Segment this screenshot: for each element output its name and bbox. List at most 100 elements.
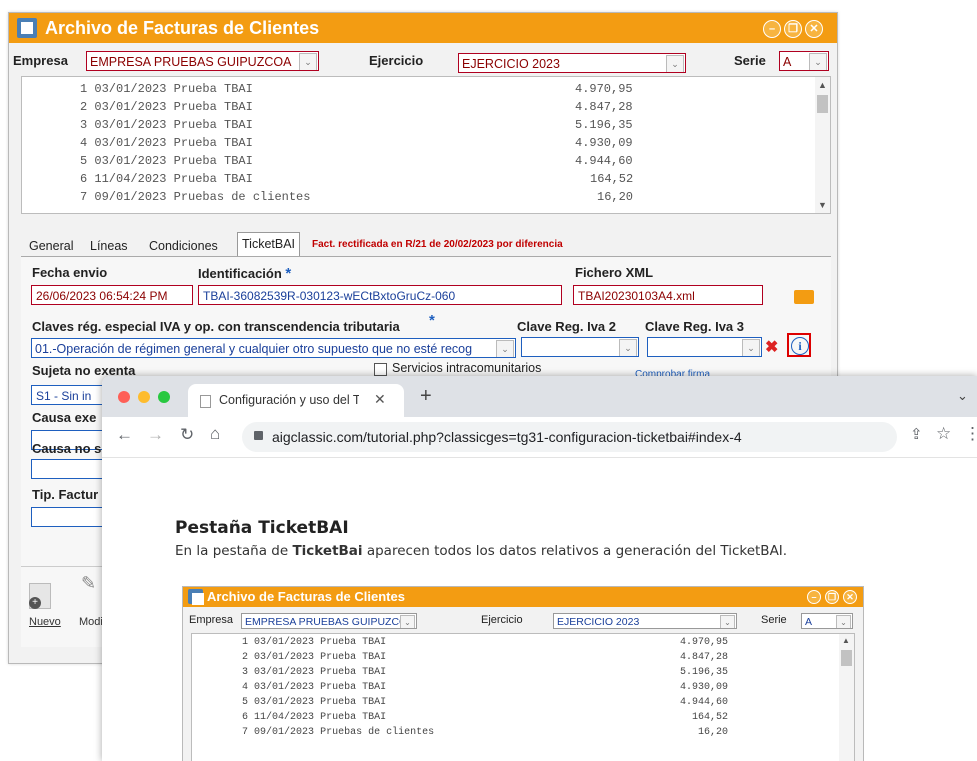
scroll-down-icon[interactable]: ▼ bbox=[818, 200, 827, 210]
invoice-amount: 164,52 bbox=[590, 172, 634, 186]
embedded-close-icon: ✕ bbox=[843, 590, 857, 604]
serie-label: Serie bbox=[734, 53, 766, 68]
tip-factura-field[interactable] bbox=[31, 507, 111, 527]
menu-kebab-icon[interactable]: ⋮ bbox=[964, 424, 977, 444]
new-tab-icon[interactable]: + bbox=[420, 385, 432, 408]
share-icon[interactable]: ⇪ bbox=[910, 425, 923, 443]
minimize-icon[interactable]: – bbox=[763, 20, 781, 38]
invoice-row[interactable]: 2 03/01/2023 Prueba TBAI bbox=[80, 100, 253, 114]
chevron-down-icon[interactable]: ⌄ bbox=[742, 339, 760, 356]
serie-select[interactable]: A ⌄ bbox=[779, 51, 829, 71]
claves-value: 01.-Operación de régimen general y cualq… bbox=[35, 342, 473, 356]
tab-ticketbai[interactable]: TicketBAI bbox=[237, 232, 301, 257]
embedded-maximize-icon: ❐ bbox=[825, 590, 839, 604]
invoice-row[interactable]: 7 09/01/2023 Pruebas de clientes bbox=[80, 190, 310, 204]
embedded-ejercicio-label: Ejercicio bbox=[481, 614, 523, 626]
chevron-down-icon: ⌄ bbox=[720, 615, 735, 628]
embedded-invoice-row: 3 03/01/2023 Prueba TBAI bbox=[242, 667, 387, 678]
embedded-invoice-row: 1 03/01/2023 Prueba TBAI bbox=[242, 637, 387, 648]
invoice-row[interactable]: 6 11/04/2023 Prueba TBAI bbox=[80, 172, 253, 186]
zoom-dot-icon[interactable] bbox=[158, 391, 170, 403]
fichero-xml-label: Fichero XML bbox=[575, 265, 654, 280]
url-text: aigclassic.com/tutorial.php?classicges=t… bbox=[272, 429, 742, 445]
browser-toolbar: ← → ↻ ⌂ aigclassic.com/tutorial.php?clas… bbox=[102, 417, 977, 458]
lock-icon bbox=[254, 431, 263, 440]
chevron-down-icon[interactable]: ⌄ bbox=[666, 55, 684, 72]
ejercicio-select[interactable]: EJERCICIO 2023 ⌄ bbox=[458, 53, 686, 73]
embedded-invoice-row: 4 03/01/2023 Prueba TBAI bbox=[242, 682, 387, 693]
scroll-thumb bbox=[841, 650, 852, 666]
identificacion-label: Identificación * bbox=[198, 265, 292, 282]
embedded-invoice-amount: 4.944,60 bbox=[680, 697, 729, 708]
list-scrollbar[interactable]: ▲ ▼ bbox=[815, 77, 830, 213]
chevron-down-icon: ⌄ bbox=[836, 615, 851, 628]
clave-reg-iva-2-select[interactable]: ⌄ bbox=[521, 337, 639, 357]
tab-lineas[interactable]: Líneas bbox=[90, 235, 128, 257]
window-titlebar: Archivo de Facturas de Clientes – ❐ ✕ bbox=[9, 13, 837, 43]
embedded-invoice-amount: 5.196,35 bbox=[680, 667, 729, 678]
scroll-up-icon[interactable]: ▲ bbox=[818, 80, 827, 90]
tab-general[interactable]: General bbox=[29, 235, 73, 257]
reload-icon[interactable]: ↻ bbox=[180, 425, 194, 445]
identificacion-field[interactable]: TBAI-36082539R-030123-wECtBxtoGruCz-060 bbox=[198, 285, 562, 305]
claves-select[interactable]: 01.-Operación de régimen general y cualq… bbox=[31, 338, 516, 358]
window-title: Archivo de Facturas de Clientes bbox=[45, 18, 320, 38]
invoice-row[interactable]: 3 03/01/2023 Prueba TBAI bbox=[80, 118, 253, 132]
close-icon[interactable]: ✕ bbox=[805, 20, 823, 38]
invoice-amount: 4.847,28 bbox=[575, 100, 633, 114]
folder-icon[interactable] bbox=[794, 290, 814, 304]
embedded-app-screenshot: Archivo de Facturas de Clientes – ❐ ✕ Em… bbox=[182, 586, 864, 761]
causa-no-sujeta-field[interactable] bbox=[31, 459, 111, 479]
sujeta-field[interactable]: S1 - Sin in bbox=[31, 385, 111, 405]
rectification-notice: Fact. rectificada en R/21 de 20/02/2023 … bbox=[312, 239, 563, 250]
invoice-amount: 4.930,09 bbox=[575, 136, 633, 150]
modificar-button[interactable]: Modi bbox=[79, 616, 103, 628]
causa-no-sujeta-label: Causa no s bbox=[32, 441, 102, 456]
tab-close-icon[interactable]: ✕ bbox=[374, 391, 386, 408]
fecha-envio-field[interactable]: 26/06/2023 06:54:24 PM bbox=[31, 285, 193, 305]
scroll-thumb[interactable] bbox=[817, 95, 828, 113]
invoice-amount: 4.970,95 bbox=[575, 82, 633, 96]
invoice-list[interactable]: 1 03/01/2023 Prueba TBAI 4.970,95 2 03/0… bbox=[21, 76, 831, 214]
forward-arrow-icon[interactable]: → bbox=[147, 425, 164, 445]
chevron-down-icon[interactable]: ⌄ bbox=[496, 340, 514, 357]
servicios-checkbox[interactable] bbox=[374, 363, 387, 376]
info-icon[interactable]: i bbox=[791, 337, 809, 355]
embedded-empresa-select: EMPRESA PRUEBAS GUIPUZCOA ⌄ bbox=[241, 613, 417, 629]
chevron-down-icon[interactable]: ⌄ bbox=[299, 53, 317, 70]
tab-condiciones[interactable]: Condiciones bbox=[149, 235, 218, 257]
embedded-invoice-amount: 164,52 bbox=[692, 712, 729, 723]
back-arrow-icon[interactable]: ← bbox=[116, 425, 133, 445]
clear-x-icon[interactable]: ✖ bbox=[765, 337, 778, 357]
invoice-row[interactable]: 1 03/01/2023 Prueba TBAI bbox=[80, 82, 253, 96]
scroll-up-icon: ▲ bbox=[842, 636, 850, 645]
chevron-down-icon[interactable]: ⌄ bbox=[809, 53, 827, 70]
embedded-invoice-row: 2 03/01/2023 Prueba TBAI bbox=[242, 652, 387, 663]
claves-label: Claves rég. especial IVA y op. con trans… bbox=[32, 319, 400, 334]
bookmark-star-icon[interactable]: ☆ bbox=[936, 424, 951, 444]
fichero-xml-field[interactable]: TBAI20230103A4.xml bbox=[573, 285, 763, 305]
ejercicio-value: EJERCICIO 2023 bbox=[462, 57, 560, 71]
home-icon[interactable]: ⌂ bbox=[210, 424, 220, 444]
info-highlight-box: i bbox=[787, 333, 811, 357]
tab-search-chevron-icon[interactable]: ⌄ bbox=[957, 388, 968, 404]
address-bar[interactable]: aigclassic.com/tutorial.php?classicges=t… bbox=[242, 422, 897, 452]
invoice-row[interactable]: 5 03/01/2023 Prueba TBAI bbox=[80, 154, 253, 168]
embedded-invoice-amount: 16,20 bbox=[698, 727, 729, 738]
invoice-row[interactable]: 4 03/01/2023 Prueba TBAI bbox=[80, 136, 253, 150]
minimize-dot-icon[interactable] bbox=[138, 391, 150, 403]
nuevo-button[interactable]: Nuevo bbox=[29, 616, 61, 628]
embedded-invoice-row: 5 03/01/2023 Prueba TBAI bbox=[242, 697, 387, 708]
invoice-amount: 4.944,60 bbox=[575, 154, 633, 168]
pencil-icon[interactable]: ✎ bbox=[81, 573, 96, 594]
required-asterisk: * bbox=[429, 312, 435, 329]
app-icon bbox=[17, 18, 37, 38]
browser-tab-title: Configuración y uso del Ticket bbox=[219, 393, 359, 407]
embedded-minimize-icon: – bbox=[807, 590, 821, 604]
close-dot-icon[interactable] bbox=[118, 391, 130, 403]
clave-reg-iva-3-select[interactable]: ⌄ bbox=[647, 337, 762, 357]
browser-tab[interactable]: Configuración y uso del Ticket ✕ bbox=[188, 384, 404, 417]
chevron-down-icon[interactable]: ⌄ bbox=[619, 339, 637, 356]
maximize-icon[interactable]: ❐ bbox=[784, 20, 802, 38]
empresa-select[interactable]: EMPRESA PRUEBAS GUIPUZCOA ⌄ bbox=[86, 51, 319, 71]
